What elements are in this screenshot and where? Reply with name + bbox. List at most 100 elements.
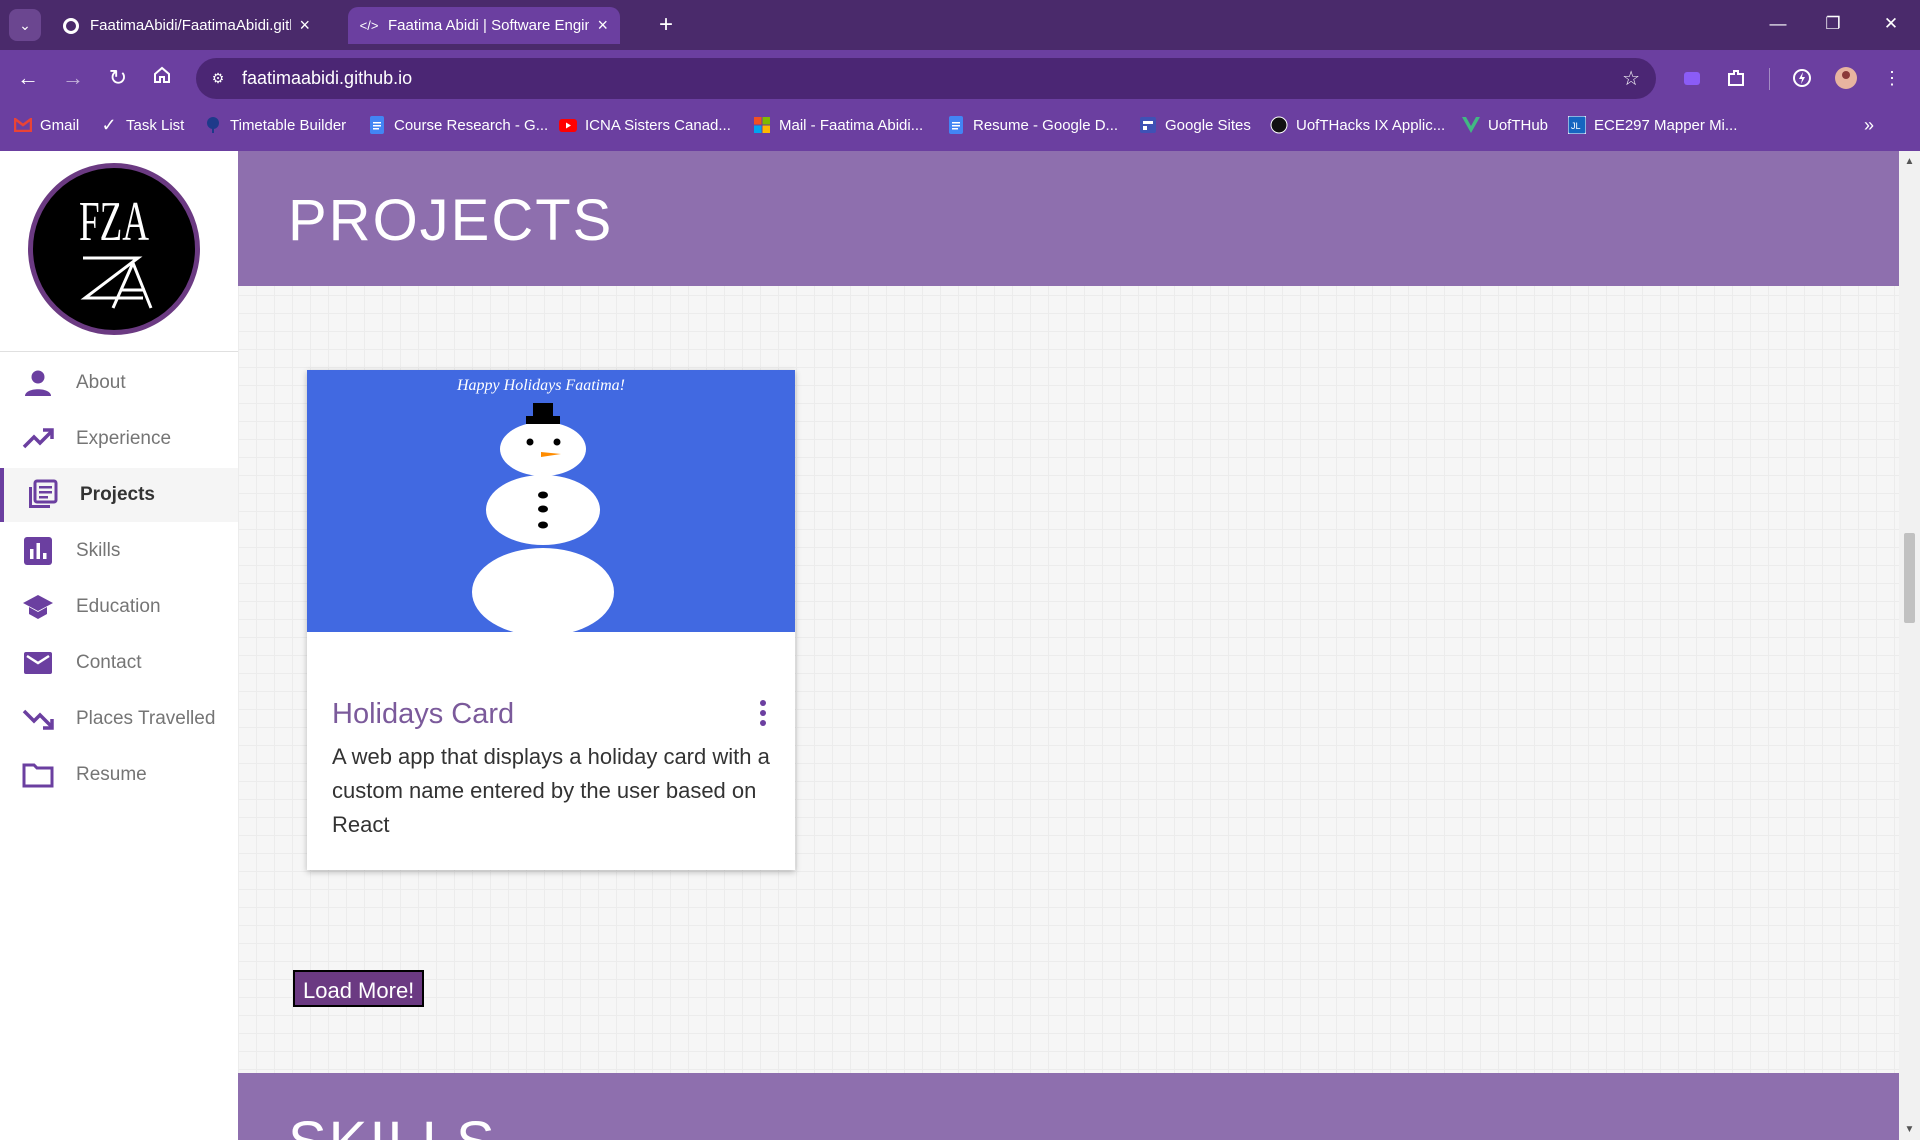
- minimize-button[interactable]: —: [1758, 8, 1798, 40]
- extension-icon[interactable]: [1676, 62, 1708, 94]
- avatar[interactable]: [1830, 62, 1862, 94]
- docs-icon: [368, 116, 386, 134]
- chevron-double-right-icon: »: [1864, 114, 1875, 135]
- sidebar-item-label: Projects: [80, 484, 155, 505]
- close-window-button[interactable]: ✕: [1871, 8, 1911, 40]
- bookmark-google-sites[interactable]: Google Sites: [1139, 107, 1251, 143]
- tree-icon: [204, 116, 222, 134]
- bookmark-ece297[interactable]: JL ECE297 Mapper Mi...: [1568, 107, 1737, 143]
- youtube-icon: [559, 116, 577, 134]
- skills-header: SKILLS: [238, 1073, 1899, 1140]
- bar-chart-icon: [24, 537, 52, 565]
- library-books-icon: [29, 479, 58, 508]
- url-text[interactable]: faatimaabidi.github.io: [242, 58, 412, 99]
- bookmark-resume-docs[interactable]: Resume - Google D...: [947, 107, 1118, 143]
- sidebar-item-resume[interactable]: Resume: [0, 748, 238, 802]
- menu-icon[interactable]: ⋮: [1876, 62, 1908, 94]
- scroll-thumb[interactable]: [1904, 533, 1915, 623]
- docs-icon: [947, 116, 965, 134]
- sidebar-item-about[interactable]: About: [0, 356, 238, 410]
- bookmark-label: UofTHub: [1488, 116, 1549, 134]
- more-vert-icon[interactable]: [751, 696, 775, 730]
- sidebar-item-label: Skills: [76, 540, 121, 561]
- close-icon: ✕: [1883, 14, 1899, 33]
- bookmark-label: Mail - Faatima Abidi...: [779, 116, 924, 134]
- performance-icon[interactable]: [1786, 62, 1818, 94]
- bookmark-timetable-builder[interactable]: Timetable Builder: [204, 107, 346, 143]
- arrow-left-icon: ←: [17, 65, 39, 90]
- logo[interactable]: FZA: [28, 163, 200, 335]
- bookmark-label: Resume - Google D...: [973, 116, 1119, 134]
- sidebar-item-experience[interactable]: Experience: [0, 412, 238, 466]
- trending-up-icon: [22, 428, 54, 449]
- sidebar-item-skills[interactable]: Skills: [0, 524, 238, 578]
- gmail-icon: [14, 116, 32, 134]
- reload-icon: ↻: [108, 65, 128, 90]
- sidebar: FZA About Experience Projects Skills Edu…: [0, 151, 239, 1140]
- toolbar-divider: [1769, 68, 1770, 90]
- bookmark-label: Timetable Builder: [230, 116, 347, 134]
- back-button[interactable]: ←: [10, 60, 46, 96]
- close-icon[interactable]: ×: [299, 15, 310, 36]
- sidebar-item-label: Experience: [76, 428, 172, 449]
- sidebar-item-label: Resume: [76, 764, 147, 785]
- star-icon[interactable]: ☆: [1622, 66, 1640, 91]
- section-title: SKILLS: [288, 1109, 497, 1140]
- reload-button[interactable]: ↻: [100, 60, 136, 96]
- arrow-right-icon: →: [62, 65, 84, 90]
- page-scrollbar[interactable]: ▲ ▼: [1899, 151, 1920, 1140]
- sidebar-item-projects[interactable]: Projects: [0, 468, 238, 522]
- browser-toolbar: ← → ↻ ⚙ faatimaabidi.github.io ☆ ⋮: [0, 50, 1920, 107]
- load-more-button[interactable]: Load More!: [293, 970, 425, 1007]
- site-settings-icon[interactable]: ⚙: [208, 68, 228, 88]
- home-icon: [152, 65, 172, 91]
- bookmark-gmail[interactable]: Gmail: [14, 107, 79, 143]
- address-bar[interactable]: ⚙ faatimaabidi.github.io ☆: [196, 58, 1656, 99]
- check-icon: ✓: [101, 114, 117, 135]
- scroll-down-icon[interactable]: ▼: [1903, 1123, 1916, 1136]
- sites-icon: [1139, 116, 1157, 134]
- bookmark-label: Gmail: [40, 116, 80, 134]
- scroll-up-icon[interactable]: ▲: [1903, 155, 1916, 168]
- tab-title: FaatimaAbidi/FaatimaAbidi.github.io: [90, 17, 291, 34]
- card-description: A web app that displays a holiday card w…: [332, 744, 770, 837]
- main-content: PROJECTS Happy Holidays Faatima! Holiday…: [238, 151, 1899, 1140]
- sidebar-item-places-travelled[interactable]: Places Travelled: [0, 692, 238, 746]
- sidebar-item-contact[interactable]: Contact: [0, 636, 238, 690]
- bookmark-label: ICNA Sisters Canad...: [585, 116, 731, 134]
- sidebar-item-education[interactable]: Education: [0, 580, 238, 634]
- tab-portfolio[interactable]: </> Faatima Abidi | Software Engineer ×: [348, 7, 620, 44]
- sidebar-item-label: About: [76, 372, 126, 393]
- bookmark-uofthacks[interactable]: UofTHacks IX Applic...: [1270, 107, 1445, 143]
- card-image-text: Happy Holidays Faatima!: [456, 377, 625, 394]
- project-card[interactable]: Happy Holidays Faatima! Holidays Card A …: [307, 370, 795, 870]
- sidebar-item-label: Contact: [76, 652, 142, 673]
- svg-text:JL: JL: [1571, 121, 1581, 131]
- bookmark-label: Course Research - G...: [394, 116, 549, 134]
- close-icon[interactable]: ×: [597, 15, 608, 36]
- bookmark-uofthub[interactable]: UofTHub: [1462, 107, 1548, 143]
- bookmark-label: ECE297 Mapper Mi...: [1594, 116, 1738, 134]
- folder-icon: [22, 763, 54, 788]
- bookmark-mail[interactable]: Mail - Faatima Abidi...: [753, 107, 923, 143]
- project-image: Happy Holidays Faatima!: [307, 370, 795, 632]
- restore-button[interactable]: ❐: [1813, 8, 1853, 40]
- tab-github[interactable]: FaatimaAbidi/FaatimaAbidi.github.io ×: [50, 7, 322, 44]
- more-bookmarks-button[interactable]: »: [1864, 107, 1874, 143]
- tab-search-button[interactable]: ⌄: [9, 9, 41, 41]
- home-button[interactable]: [144, 60, 180, 96]
- circle-icon: [1270, 116, 1288, 134]
- new-tab-button[interactable]: +: [650, 9, 682, 41]
- bookmarks-bar: Gmail ✓ Task List Timetable Builder Cour…: [0, 107, 1920, 151]
- forward-button[interactable]: →: [55, 60, 91, 96]
- code-icon: </>: [359, 18, 379, 33]
- bookmark-icna-sisters[interactable]: ICNA Sisters Canad...: [559, 107, 731, 143]
- card-title[interactable]: Holidays Card: [332, 698, 514, 731]
- bookmark-course-research[interactable]: Course Research - G...: [368, 107, 548, 143]
- bookmark-task-list[interactable]: ✓ Task List: [100, 107, 184, 143]
- school-icon: [23, 595, 53, 619]
- jl-icon: JL: [1568, 116, 1586, 134]
- logo-letter: FZA: [79, 191, 149, 253]
- minimize-icon: —: [1769, 14, 1787, 33]
- puzzle-icon[interactable]: [1720, 62, 1752, 94]
